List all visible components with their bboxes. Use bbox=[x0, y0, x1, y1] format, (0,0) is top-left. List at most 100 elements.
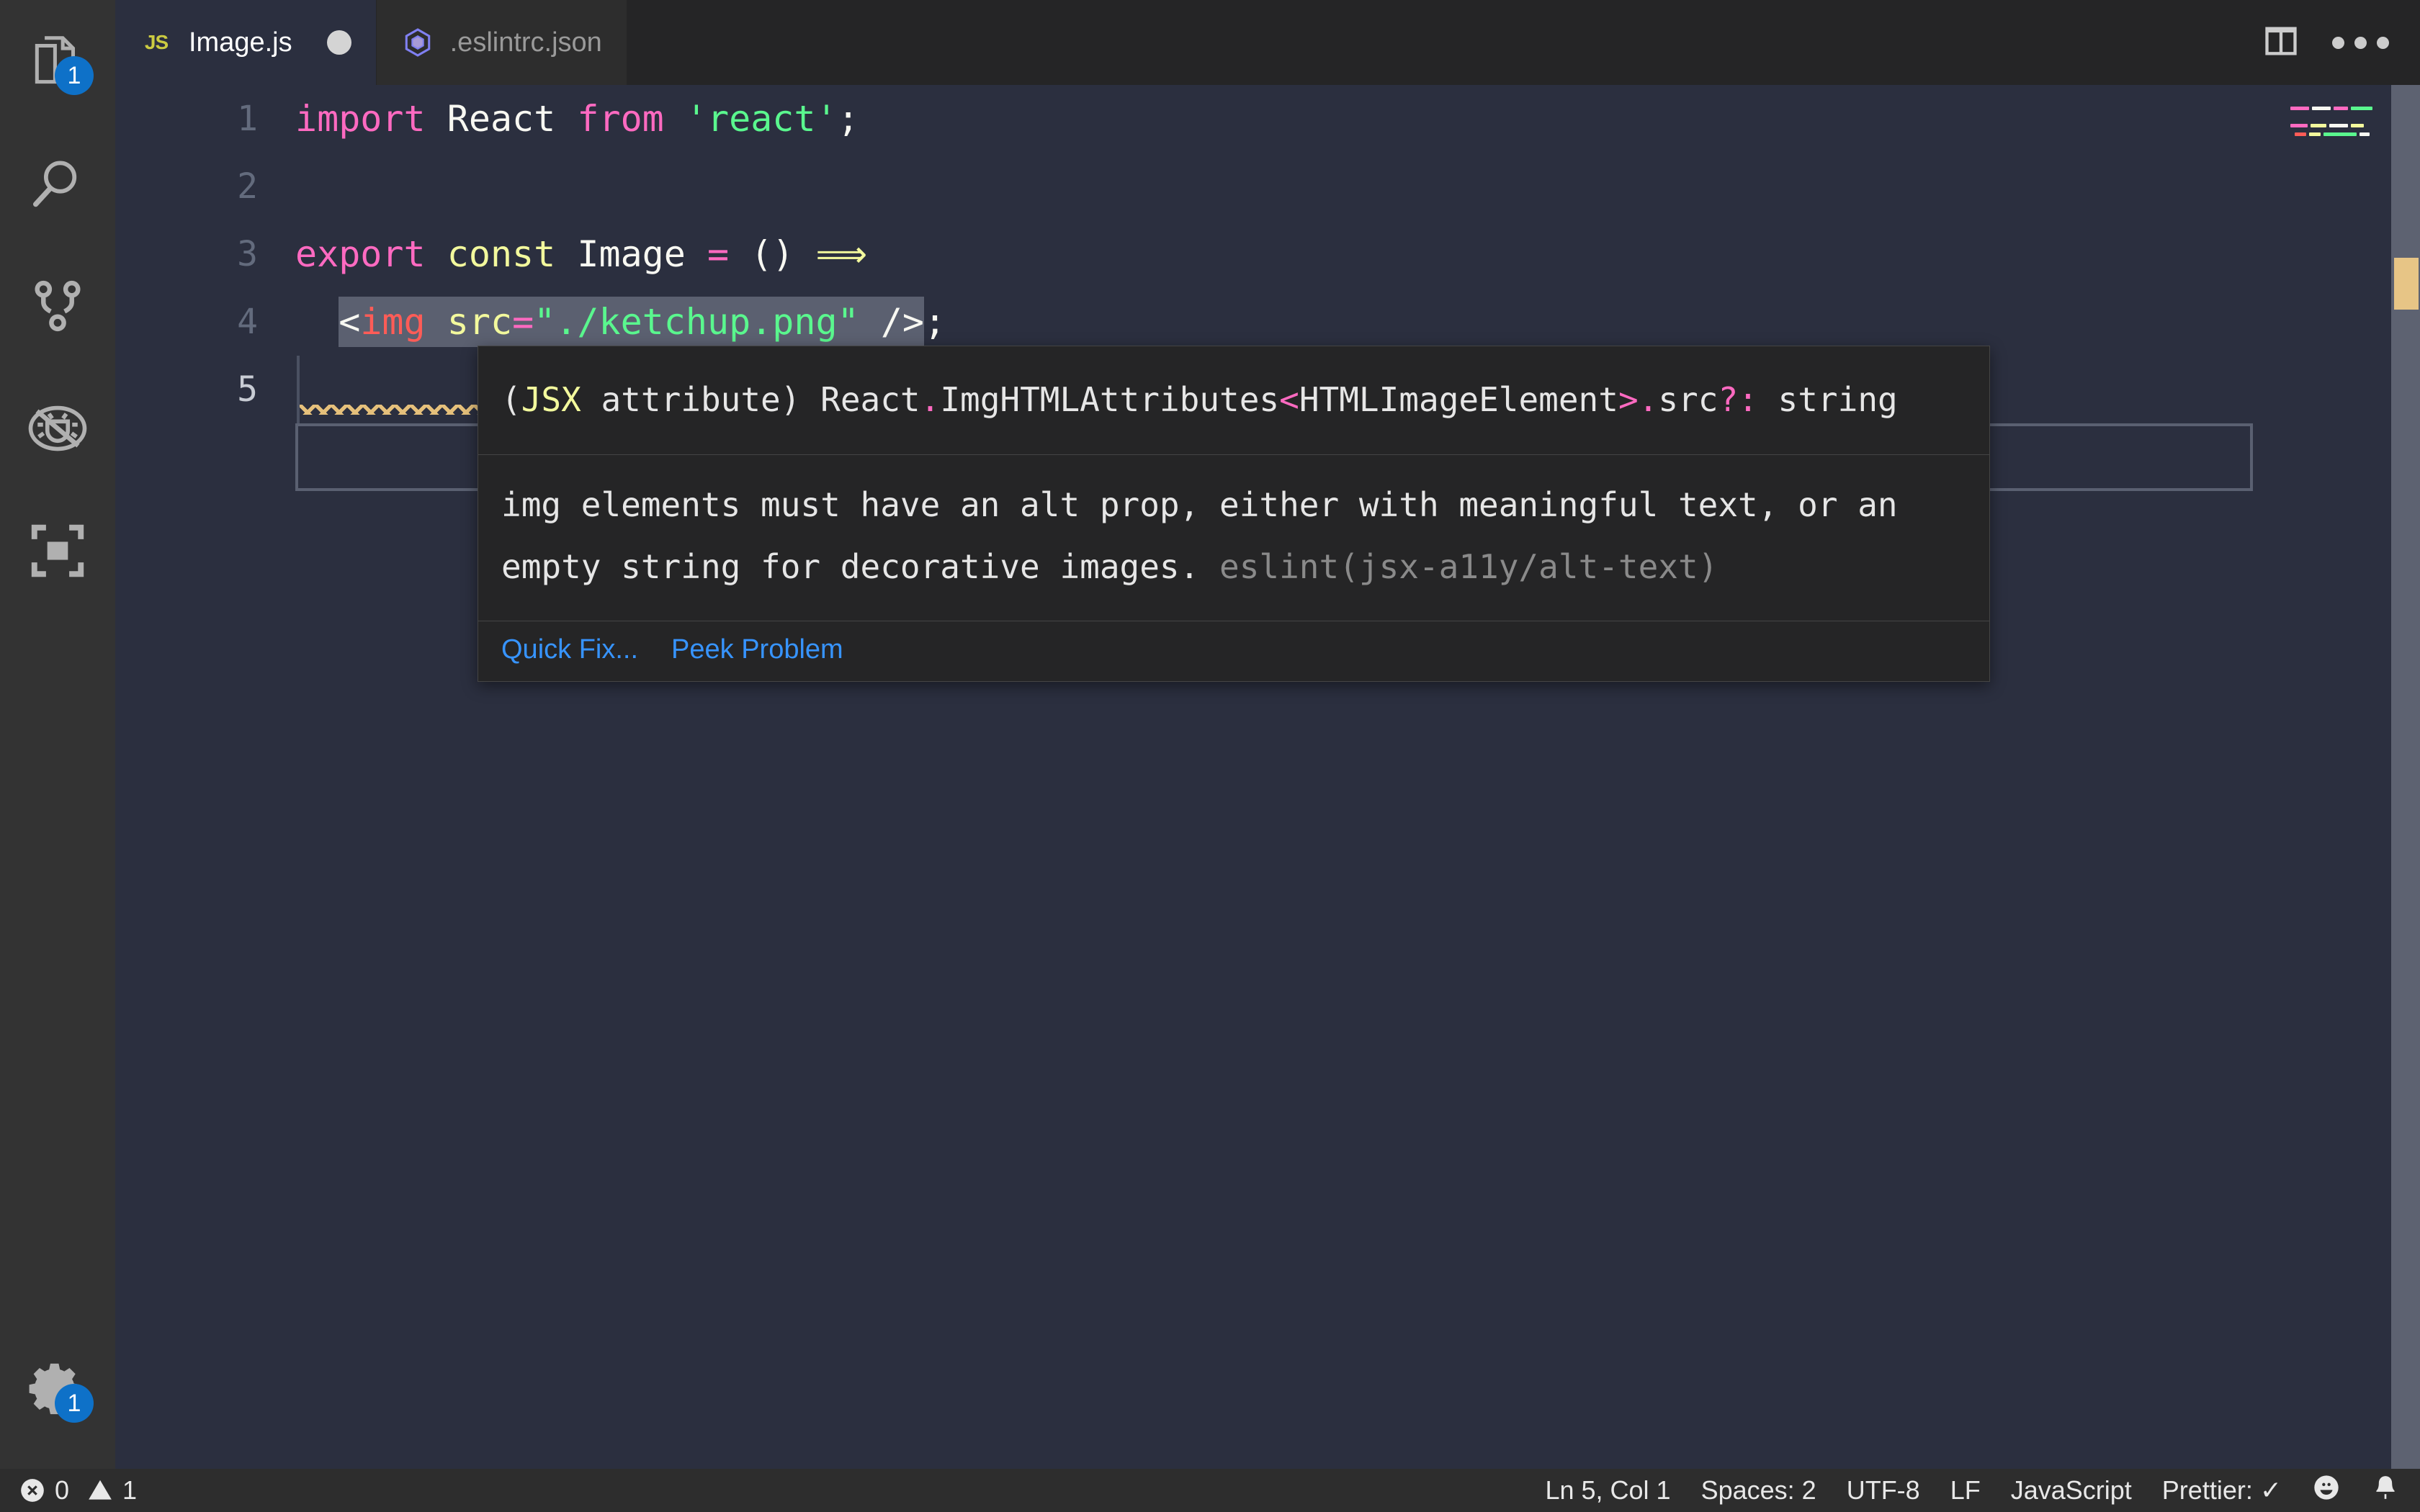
hover-actions: Quick Fix... Peek Problem bbox=[478, 621, 1989, 681]
feedback-button[interactable] bbox=[2312, 1473, 2341, 1508]
warning-count: 1 bbox=[122, 1475, 138, 1505]
token-punct: ; bbox=[924, 301, 946, 343]
sig-jsx: JSX bbox=[521, 380, 581, 419]
search-icon bbox=[27, 153, 89, 215]
line-content: <img src="./ketchup.png" />; bbox=[295, 297, 946, 347]
token-arrow: ⟹ bbox=[815, 233, 868, 275]
token-keyword: export bbox=[295, 233, 426, 275]
token-punct: ; bbox=[837, 98, 859, 140]
hover-tooltip: (JSX attribute) React.ImgHTMLAttributes<… bbox=[478, 346, 1990, 682]
token-identifier: Image bbox=[577, 233, 686, 275]
activity-bar: 1 1 bbox=[0, 0, 115, 1469]
status-bar-left: 0 1 bbox=[0, 1475, 137, 1506]
problems-status[interactable]: 0 1 bbox=[19, 1475, 137, 1506]
token-string: 'react' bbox=[685, 98, 838, 140]
token-attribute: src bbox=[447, 301, 513, 343]
line-content: export const Image = () ⟹ bbox=[295, 233, 867, 275]
dirty-indicator-icon[interactable] bbox=[326, 30, 351, 55]
indentation[interactable]: Spaces: 2 bbox=[1701, 1475, 1816, 1506]
sig-gt: > bbox=[1618, 380, 1639, 419]
token-operator: = bbox=[512, 301, 534, 343]
token-tag: img bbox=[360, 301, 426, 343]
explorer-badge: 1 bbox=[55, 56, 94, 95]
js-icon: JS bbox=[144, 31, 169, 53]
more-actions-button[interactable] bbox=[2321, 0, 2400, 85]
line-content: import React from 'react'; bbox=[295, 98, 859, 140]
minimap[interactable] bbox=[2283, 85, 2391, 1469]
sig-optional: ? bbox=[1718, 380, 1739, 419]
sig-type: ImgHTMLAttributes bbox=[940, 380, 1280, 419]
line-number: 5 bbox=[237, 369, 258, 410]
notifications-button[interactable] bbox=[2371, 1473, 2400, 1508]
vscode-window: 1 1 JS Image.js .eslintrc.json 1 import … bbox=[0, 0, 2420, 1512]
smiley-icon bbox=[2312, 1473, 2341, 1508]
code-line: 3 export const Image = () ⟹ bbox=[115, 220, 2283, 288]
sig-dot2: . bbox=[1638, 380, 1659, 419]
editor: 1 import React from 'react'; 2 3 export … bbox=[115, 85, 2420, 1469]
sig-paren: ( bbox=[501, 380, 521, 419]
editor-actions bbox=[2241, 0, 2420, 85]
editor-position[interactable]: Ln 5, Col 1 bbox=[1545, 1475, 1670, 1506]
extensions-icon bbox=[27, 520, 89, 582]
token-operator: = bbox=[707, 233, 730, 275]
scrollbar-slider bbox=[2391, 85, 2420, 1469]
hover-message: img elements must have an alt prop, eith… bbox=[478, 455, 1989, 621]
sig-attribute: attribute) React bbox=[581, 380, 920, 419]
activity-item-run-debug[interactable] bbox=[0, 367, 115, 490]
tab-image-js[interactable]: JS Image.js bbox=[115, 0, 377, 85]
sig-colon: : bbox=[1738, 380, 1758, 419]
activity-item-extensions[interactable] bbox=[0, 490, 115, 612]
code-area[interactable]: 1 import React from 'react'; 2 3 export … bbox=[115, 85, 2283, 1469]
run-debug-icon bbox=[25, 396, 90, 461]
tab-label: Image.js bbox=[189, 27, 292, 58]
code-line: 2 bbox=[115, 153, 2283, 220]
manage-badge: 1 bbox=[55, 1384, 94, 1423]
sig-prop: src bbox=[1658, 380, 1718, 419]
split-editor-button[interactable] bbox=[2241, 0, 2321, 85]
token-parens: () bbox=[750, 233, 794, 275]
editor-tab-bar: JS Image.js .eslintrc.json bbox=[115, 0, 2420, 85]
activity-item-search[interactable] bbox=[0, 122, 115, 245]
tab-label: .eslintrc.json bbox=[449, 27, 602, 58]
encoding[interactable]: UTF-8 bbox=[1847, 1475, 1920, 1506]
activity-item-explorer[interactable]: 1 bbox=[0, 0, 115, 122]
line-number: 3 bbox=[237, 234, 258, 274]
split-editor-icon bbox=[2262, 22, 2300, 63]
bell-icon bbox=[2371, 1473, 2400, 1508]
selected-text[interactable]: <img src="./ketchup.png" /> bbox=[339, 297, 925, 347]
peek-problem-link[interactable]: Peek Problem bbox=[671, 634, 843, 665]
hover-rule-id: eslint(jsx-a11y/alt-text) bbox=[1219, 547, 1718, 586]
eol[interactable]: LF bbox=[1950, 1475, 1981, 1506]
line-number: 2 bbox=[237, 166, 258, 207]
activity-item-source-control[interactable] bbox=[0, 245, 115, 367]
line-number: 4 bbox=[237, 302, 258, 342]
activity-item-manage[interactable]: 1 bbox=[0, 1328, 115, 1450]
error-icon bbox=[19, 1477, 46, 1504]
token-identifier: React bbox=[447, 98, 556, 140]
token-keyword: import bbox=[295, 98, 426, 140]
token-punct: < bbox=[339, 301, 361, 343]
status-bar: 0 1 Ln 5, Col 1 Spaces: 2 UTF-8 LF JavaS… bbox=[0, 1469, 2420, 1512]
line-number: 1 bbox=[237, 99, 258, 139]
hover-signature: (JSX attribute) React.ImgHTMLAttributes<… bbox=[478, 346, 1989, 454]
language-mode[interactable]: JavaScript bbox=[2011, 1475, 2132, 1506]
error-count: 0 bbox=[55, 1475, 70, 1505]
tab-eslintrc-json[interactable]: .eslintrc.json bbox=[376, 0, 627, 85]
prettier-status[interactable]: Prettier: ✓ bbox=[2162, 1475, 2282, 1506]
sig-lt: < bbox=[1279, 380, 1299, 419]
token-string: "./ketchup.png" bbox=[534, 301, 859, 343]
source-control-icon bbox=[27, 275, 89, 337]
token-keyword: from bbox=[577, 98, 664, 140]
quick-fix-link[interactable]: Quick Fix... bbox=[501, 634, 638, 665]
code-line: 1 import React from 'react'; bbox=[115, 85, 2283, 153]
status-bar-right: Ln 5, Col 1 Spaces: 2 UTF-8 LF JavaScrip… bbox=[1545, 1473, 2420, 1508]
overview-ruler[interactable] bbox=[2391, 85, 2420, 1469]
warning-icon bbox=[86, 1477, 114, 1504]
token-keyword: const bbox=[447, 233, 556, 275]
ellipsis-icon bbox=[2331, 36, 2389, 49]
eslint-icon bbox=[401, 26, 434, 59]
sig-value-type: string bbox=[1757, 380, 1898, 419]
token-punct: /> bbox=[880, 301, 925, 343]
sig-dot: . bbox=[920, 380, 941, 419]
sig-generic: HTMLImageElement bbox=[1299, 380, 1618, 419]
